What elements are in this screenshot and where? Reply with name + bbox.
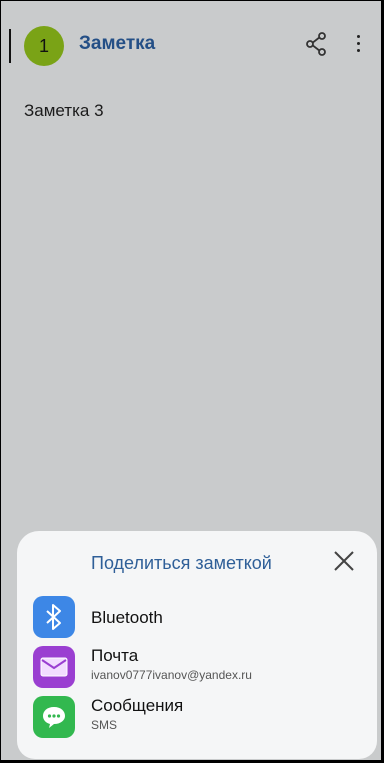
- share-option-title: Сообщения: [91, 696, 184, 715]
- app-header: 1 Заметка: [1, 19, 381, 71]
- share-option-subtitle: ivanov0777ivanov@yandex.ru: [91, 668, 252, 682]
- share-option-title: Почта: [91, 646, 139, 665]
- share-sheet-title: Поделиться заметкой: [91, 553, 272, 573]
- share-option-messages[interactable]: Сообщения SMS: [33, 696, 363, 738]
- share-option-title: Bluetooth: [91, 608, 163, 627]
- phone-screen: 1 Заметка Заметка 3 Поделиться заметкой: [0, 0, 382, 761]
- share-option-bluetooth[interactable]: Bluetooth: [33, 596, 363, 638]
- share-option-mail[interactable]: Почта ivanov0777ivanov@yandex.ru: [33, 646, 363, 688]
- page-title: Заметка: [79, 33, 156, 54]
- close-icon[interactable]: [332, 549, 356, 573]
- messages-icon: [33, 696, 75, 738]
- bluetooth-icon: [33, 596, 75, 638]
- note-badge: 1: [24, 26, 64, 66]
- share-bottom-sheet: Поделиться заметкой Bluetooth Почта ivan…: [17, 531, 377, 759]
- share-icon[interactable]: [303, 31, 329, 57]
- mail-icon: [33, 646, 75, 688]
- note-body-text: Заметка 3: [24, 101, 104, 120]
- more-menu-icon[interactable]: [353, 31, 363, 57]
- share-option-subtitle: SMS: [91, 718, 118, 732]
